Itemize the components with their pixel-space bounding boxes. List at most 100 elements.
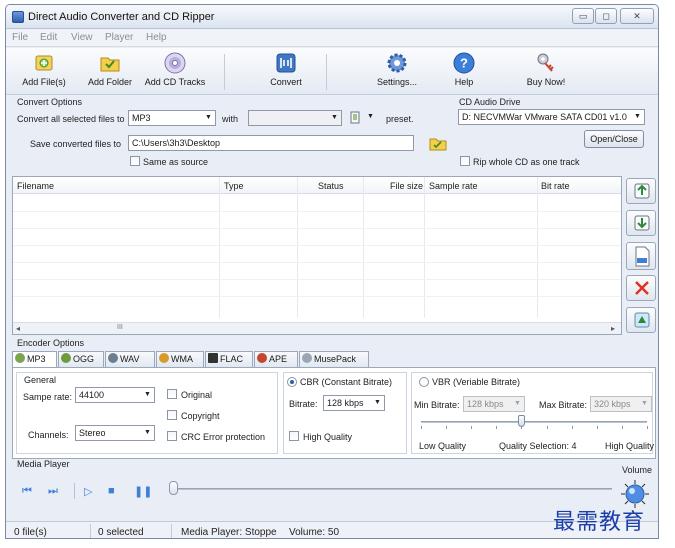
pause-icon[interactable]: ❚❚ [134, 485, 152, 498]
title-bar: Direct Audio Converter and CD Ripper ▭ ◻… [6, 5, 658, 29]
column-header-type[interactable]: Type [224, 181, 244, 191]
menu-help[interactable]: Help [146, 32, 167, 43]
convert-button[interactable]: Convert [261, 51, 311, 93]
status-divider [90, 524, 91, 538]
original-checkbox[interactable] [167, 389, 177, 399]
buy-now-button[interactable]: Buy Now! [521, 51, 571, 93]
column-header-status[interactable]: Status [318, 181, 344, 191]
list-row-line [13, 262, 621, 263]
quality-slider-track [421, 421, 647, 423]
cd-drive-label: CD Audio Drive [459, 97, 521, 107]
status-selected-count: 0 selected [98, 527, 144, 538]
save-path-input[interactable]: C:\Users\3h3\Desktop [128, 135, 414, 151]
add-cd-tracks-button[interactable]: Add CD Tracks [142, 51, 208, 93]
preset-label: preset. [386, 114, 414, 124]
clear-list-button[interactable] [626, 307, 656, 333]
cbr-radio[interactable] [287, 377, 297, 387]
same-as-source-checkbox[interactable] [130, 156, 140, 166]
menu-file[interactable]: File [12, 32, 28, 43]
preset-menu-chevron-icon[interactable]: ▼ [367, 113, 374, 120]
preset-edit-icon[interactable] [350, 111, 361, 124]
stop-icon[interactable]: ■ [108, 485, 115, 497]
quality-tick [496, 426, 497, 429]
musepack-icon [302, 353, 312, 363]
add-folder-button[interactable]: Add Folder [82, 51, 138, 93]
scroll-left-arrow[interactable]: ◂ [16, 324, 20, 333]
close-button[interactable]: ✕ [620, 8, 654, 24]
max-bitrate-select[interactable]: 320 kbps ▼ [590, 396, 652, 412]
max-bitrate-label: Max Bitrate: [539, 400, 588, 410]
tab-ape[interactable]: APE [254, 351, 298, 367]
tab-wav[interactable]: WAV [105, 351, 155, 367]
menu-edit[interactable]: Edit [40, 32, 57, 43]
column-header-bit-rate[interactable]: Bit rate [541, 181, 570, 191]
rip-whole-cd-checkbox[interactable] [460, 156, 470, 166]
tab-wma[interactable]: WMA [156, 351, 204, 367]
list-row-line [13, 228, 621, 229]
column-header-file-size[interactable]: File size [390, 181, 423, 191]
scroll-right-arrow[interactable]: ▸ [611, 324, 615, 333]
browse-folder-icon[interactable] [429, 135, 447, 151]
tab-mp3[interactable]: MP3 [12, 351, 57, 368]
column-header-sample-rate[interactable]: Sample rate [429, 181, 478, 191]
move-up-button[interactable] [626, 178, 656, 204]
window-title: Direct Audio Converter and CD Ripper [28, 11, 215, 23]
add-files-button[interactable]: Add File(s) [16, 51, 72, 93]
previous-icon[interactable]: ⏮ [22, 485, 32, 498]
encoder-options-label: Encoder Options [17, 338, 85, 348]
list-row-line [13, 211, 621, 212]
tab-flac[interactable]: FLAC [205, 351, 253, 367]
copyright-checkbox[interactable] [167, 410, 177, 420]
bitrate-select[interactable]: 128 kbps ▼ [323, 395, 385, 411]
remove-button[interactable] [626, 275, 656, 301]
open-close-button[interactable]: Open/Close [584, 130, 644, 148]
quality-tick [471, 426, 472, 429]
bitrate-label: Bitrate: [289, 399, 318, 409]
move-down-button[interactable] [626, 210, 656, 236]
wav-icon [108, 353, 118, 363]
ape-icon [257, 353, 267, 363]
menu-player[interactable]: Player [105, 32, 133, 43]
chevron-down-icon: ▼ [144, 391, 151, 398]
play-icon[interactable]: ▷ [84, 485, 92, 498]
channels-select[interactable]: Stereo ▼ [75, 425, 155, 441]
seek-thumb[interactable] [169, 481, 178, 495]
menu-view[interactable]: View [71, 32, 93, 43]
ogg-icon [61, 353, 71, 363]
quality-slider[interactable] [421, 415, 648, 429]
list-row-line [13, 296, 621, 297]
status-player-state: Media Player: Stoppe [181, 527, 277, 538]
move-down-icon [634, 215, 650, 231]
next-icon[interactable]: ⏭ [48, 485, 58, 498]
app-icon [12, 11, 24, 23]
gear-icon [387, 53, 407, 73]
vbr-radio[interactable] [419, 377, 429, 387]
edit-tag-button[interactable] [626, 242, 656, 270]
horizontal-scrollbar[interactable]: ◂ III ▸ [13, 322, 621, 334]
crc-checkbox[interactable] [167, 431, 177, 441]
output-format-select[interactable]: MP3 ▼ [128, 110, 216, 126]
cd-drive-select[interactable]: D: NECVMWar VMware SATA CD01 v1.0 ▼ [458, 109, 645, 125]
help-button[interactable]: ? Help [446, 51, 482, 93]
quality-tick [446, 426, 447, 429]
scroll-thumb[interactable]: III [117, 324, 123, 331]
sample-rate-select[interactable]: 44100 ▼ [75, 387, 155, 403]
menu-bar: File Edit View Player Help [6, 30, 658, 47]
tab-musepack[interactable]: MusePack [299, 351, 369, 367]
quality-tick [647, 426, 648, 429]
maximize-button[interactable]: ◻ [595, 8, 617, 24]
chevron-down-icon: ▼ [374, 399, 381, 406]
preset-select[interactable]: ▼ [248, 110, 342, 126]
file-list[interactable]: Filename Type Status File size Sample ra… [12, 176, 622, 335]
settings-button[interactable]: Settings... [374, 51, 420, 93]
column-header-filename[interactable]: Filename [17, 181, 54, 191]
minimize-button[interactable]: ▭ [572, 8, 594, 24]
tab-ogg[interactable]: OGG [58, 351, 104, 367]
chevron-down-icon: ▼ [514, 400, 521, 407]
high-quality-checkbox[interactable] [289, 431, 299, 441]
seek-track[interactable] [172, 488, 612, 490]
quality-slider-thumb[interactable] [518, 415, 525, 427]
min-bitrate-select[interactable]: 128 kbps ▼ [463, 396, 525, 412]
cd-icon [164, 52, 186, 74]
list-row-line [13, 245, 621, 246]
